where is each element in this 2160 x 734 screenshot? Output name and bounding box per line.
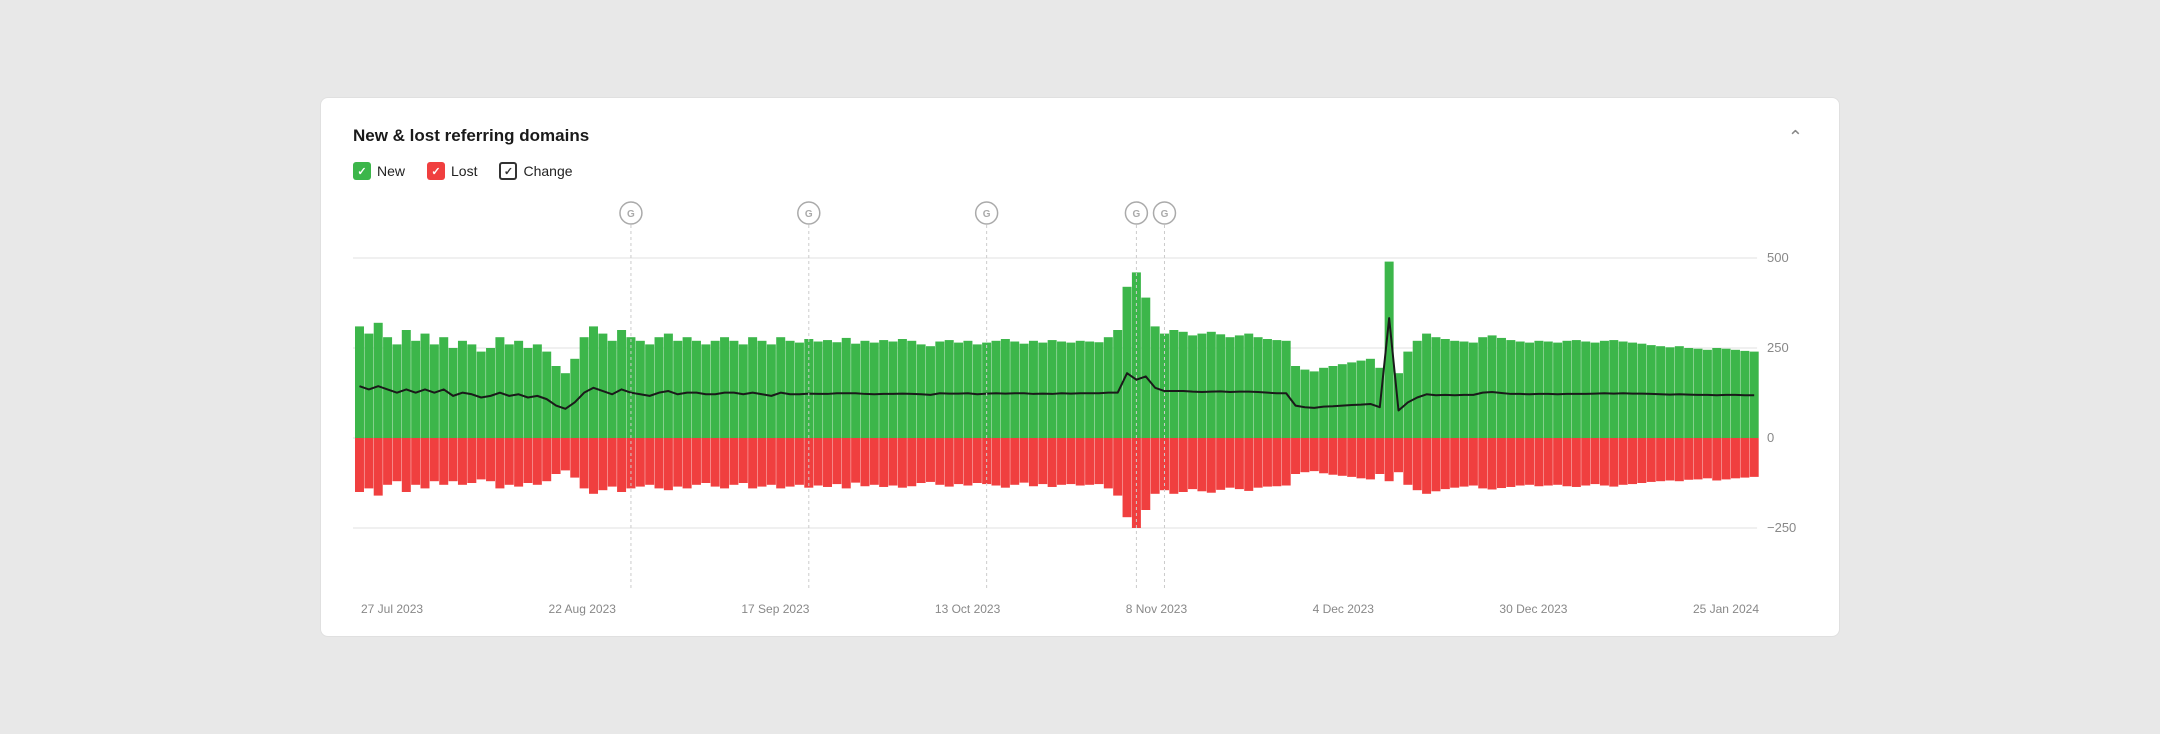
legend-checkbox-change: ✓	[499, 162, 517, 180]
x-label-5: 8 Nov 2023	[1126, 602, 1187, 616]
svg-text:G: G	[1161, 209, 1169, 220]
x-label-6: 4 Dec 2023	[1313, 602, 1374, 616]
card-header: New & lost referring domains ⌃	[353, 126, 1807, 148]
x-label-7: 30 Dec 2023	[1499, 602, 1567, 616]
x-label-2: 22 Aug 2023	[549, 602, 616, 616]
svg-text:G: G	[627, 209, 635, 220]
svg-text:250: 250	[1767, 340, 1789, 355]
svg-text:G: G	[1133, 209, 1141, 220]
legend: ✓ New ✓ Lost ✓ Change	[353, 162, 1807, 180]
chart-card: New & lost referring domains ⌃ ✓ New ✓ L…	[320, 97, 1840, 637]
x-label-3: 17 Sep 2023	[741, 602, 809, 616]
svg-text:G: G	[983, 209, 991, 220]
svg-text:500: 500	[1767, 250, 1789, 265]
x-label-8: 25 Jan 2024	[1693, 602, 1759, 616]
legend-item-change: ✓ Change	[499, 162, 572, 180]
x-axis: 27 Jul 2023 22 Aug 2023 17 Sep 2023 13 O…	[353, 596, 1807, 616]
legend-label-lost: Lost	[451, 163, 477, 179]
svg-text:G: G	[805, 209, 813, 220]
legend-label-change: Change	[523, 163, 572, 179]
legend-checkbox-lost: ✓	[427, 162, 445, 180]
chart-area: 500 250 0 −250 // This will be rendered …	[353, 198, 1807, 588]
legend-item-new: ✓ New	[353, 162, 405, 180]
legend-item-lost: ✓ Lost	[427, 162, 477, 180]
collapse-button[interactable]: ⌃	[1784, 126, 1807, 148]
svg-text:−250: −250	[1767, 520, 1796, 535]
svg-text:0: 0	[1767, 430, 1774, 445]
x-label-1: 27 Jul 2023	[361, 602, 423, 616]
x-label-4: 13 Oct 2023	[935, 602, 1000, 616]
legend-checkbox-new: ✓	[353, 162, 371, 180]
card-title: New & lost referring domains	[353, 126, 589, 146]
chart-svg: 500 250 0 −250 // This will be rendered …	[353, 198, 1807, 588]
legend-label-new: New	[377, 163, 405, 179]
